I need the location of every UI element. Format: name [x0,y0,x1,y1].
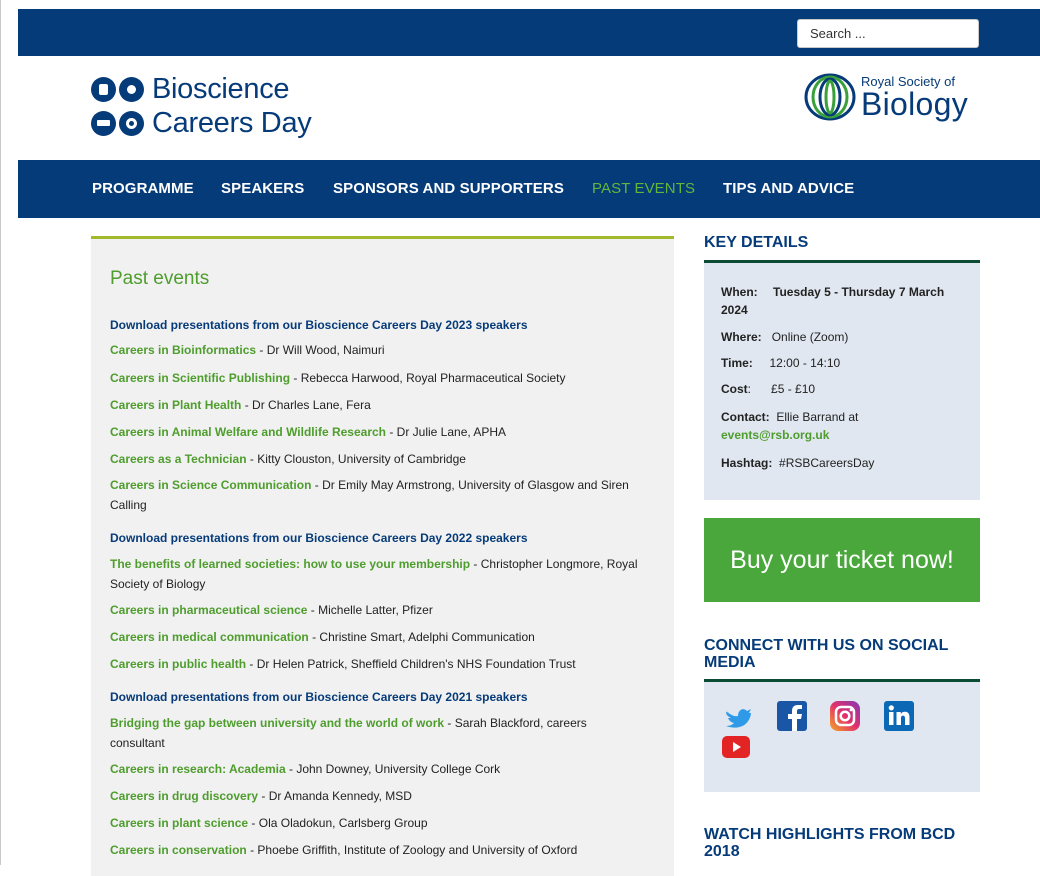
rsb-logo[interactable]: Royal Society of Biology [803,70,968,124]
presentation-link[interactable]: Careers as a Technician [110,452,247,466]
page: Search ... Bioscience Careers Day Royal … [0,0,1040,876]
list-item: Careers in Animal Welfare and Wildlife R… [110,425,507,439]
lab-icon [91,76,116,102]
search-input[interactable]: Search ... [797,19,979,48]
microscope-icon [119,76,144,102]
list-item: Careers in public health - Dr Helen Patr… [110,657,576,671]
presentation-link[interactable]: Careers in plant science [110,816,248,830]
presentation-link[interactable]: Careers in Scientific Publishing [110,371,290,385]
brand-line1: Bioscience [152,72,290,105]
section-heading-2023[interactable]: Download presentations from our Bioscien… [110,318,528,332]
list-item: Careers in drug discovery - Dr Amanda Ke… [110,789,412,803]
rsb-emblem-icon [804,73,856,121]
social-heading: CONNECT WITH US ON SOCIAL MEDIA [704,637,949,671]
email-link[interactable]: events@rsb.org.uk [721,428,829,442]
list-item: Careers in conservation - Phoebe Griffit… [110,843,578,857]
key-when: When: Tuesday 5 - Thursday 7 March 2024 [721,285,945,317]
key-time: Time: 12:00 - 14:10 [721,356,841,370]
linkedin-icon[interactable] [884,701,914,731]
presentation-link[interactable]: The benefits of learned societies: how t… [110,557,470,571]
brand-line2: Careers Day [152,106,312,139]
nav-sponsors[interactable]: SPONSORS AND SUPPORTERS [333,180,564,197]
nav-past-events[interactable]: PAST EVENTS [592,180,695,197]
rsb-name-big: Biology [861,86,969,122]
list-item: The benefits of learned societies: how t… [110,557,638,591]
list-item: Careers as a Technician - Kitty Clouston… [110,452,466,466]
key-contact: Contact: Ellie Barrand at events@rsb.org… [721,410,859,442]
presentation-link[interactable]: Careers in Science Communication [110,478,311,492]
list-item: Bridging the gap between university and … [110,716,587,750]
watch-highlights-heading: WATCH HIGHLIGHTS FROM BCD 2018 [704,826,956,860]
list-item: Careers in research: Academia - John Dow… [110,762,501,776]
nav-speakers[interactable]: SPEAKERS [221,180,304,197]
key-hashtag: Hashtag: #RSBCareersDay [721,456,875,470]
list-item: Careers in medical communication - Chris… [110,630,535,644]
nav-programme[interactable]: PROGRAMME [92,180,194,197]
section-heading-2022[interactable]: Download presentations from our Bioscien… [110,531,528,545]
presentation-link[interactable]: Careers in Plant Health [110,398,241,412]
site-logo[interactable]: Bioscience Careers Day [91,72,312,140]
presentation-link[interactable]: Careers in pharmaceutical science [110,603,307,617]
list-item: Careers in Bioinformatics - Dr Will Wood… [110,343,385,357]
list-item: Careers in pharmaceutical science - Mich… [110,603,433,617]
facebook-icon[interactable] [777,701,807,731]
list-item: Careers in plant science - Ola Oladokun,… [110,816,428,830]
key-details-heading: KEY DETAILS [704,234,809,251]
presentation-link[interactable]: Careers in research: Academia [110,762,286,776]
presentation-link[interactable]: Careers in Animal Welfare and Wildlife R… [110,425,386,439]
brain-icon [119,110,144,136]
youtube-icon[interactable] [722,736,750,758]
twitter-icon[interactable] [722,702,752,732]
presentation-link[interactable]: Careers in public health [110,657,246,671]
buy-ticket-button[interactable]: Buy your ticket now! [704,518,980,602]
instagram-icon[interactable] [830,701,860,731]
presentation-link[interactable]: Careers in conservation [110,843,247,857]
nav-tips[interactable]: TIPS AND ADVICE [723,180,854,197]
list-item: Careers in Science Communication - Dr Em… [110,478,629,512]
key-where: Where: Online (Zoom) [721,330,849,344]
presentation-link[interactable]: Careers in drug discovery [110,789,258,803]
list-item: Careers in Plant Health - Dr Charles Lan… [110,398,371,412]
key-cost: Cost: £5 - £10 [721,382,816,396]
page-title: Past events [110,268,210,289]
list-item: Careers in Scientific Publishing - Rebec… [110,371,566,385]
graduation-cap-icon [91,110,116,136]
presentation-link[interactable]: Bridging the gap between university and … [110,716,444,730]
presentation-link[interactable]: Careers in medical communication [110,630,309,644]
presentation-link[interactable]: Careers in Bioinformatics [110,343,256,357]
section-heading-2021[interactable]: Download presentations from our Bioscien… [110,690,528,704]
